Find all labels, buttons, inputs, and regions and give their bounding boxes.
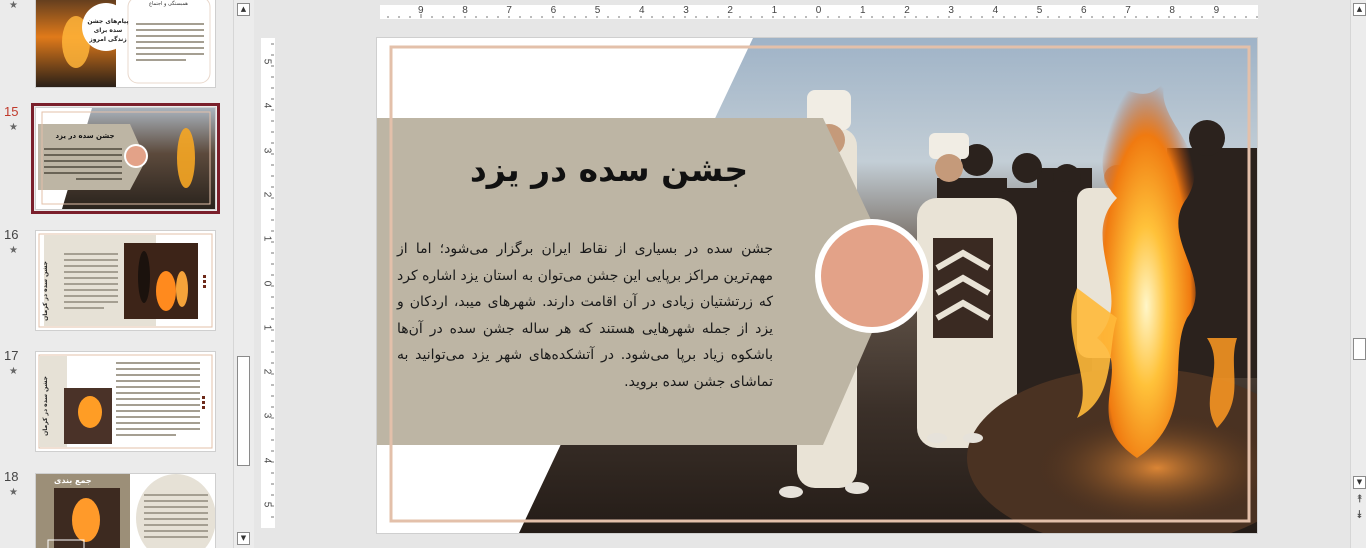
animation-star-icon: ★ <box>9 366 18 377</box>
animation-star-icon: ★ <box>9 122 18 133</box>
ruler-label: 2 <box>261 368 273 375</box>
ruler-label: 2 <box>727 5 733 16</box>
slide-thumbnail-16-art <box>38 233 213 328</box>
ruler-label: 4 <box>992 5 999 16</box>
slide-thumbnail-18[interactable]: جمع بندی <box>35 473 216 548</box>
slide-thumbnail-18-art <box>36 474 215 548</box>
ruler-label: 9 <box>1213 5 1220 16</box>
ruler-label: 0 <box>815 5 822 16</box>
scrollbar-thumb[interactable] <box>1353 338 1366 360</box>
slide-editor: 9 8 7 6 5 4 3 2 1 0 1 2 3 4 5 6 7 8 9 5 4 3 2 1 0 1 2 3 4 5 جشن سده … <box>256 0 1350 548</box>
animation-star-icon: ★ <box>9 0 18 11</box>
ruler-label: 3 <box>261 147 273 153</box>
animation-star-icon: ★ <box>9 487 18 498</box>
ruler-label: 3 <box>683 5 689 16</box>
ruler-label: 1 <box>860 5 866 16</box>
ruler-label: 2 <box>261 191 273 198</box>
ruler-label: 3 <box>948 5 954 16</box>
ruler-label: 4 <box>261 103 273 109</box>
thumbnail-number: 15 <box>4 104 19 119</box>
slide-thumbnail-15-art <box>38 108 215 209</box>
ruler-label: 6 <box>550 5 557 16</box>
thumbnail-number: 18 <box>4 469 19 484</box>
ruler-label: 4 <box>639 5 645 16</box>
slide-thumbnail-pane: ★ همبستگی و اجتماع پیام‌های جشن سده برای… <box>0 0 233 548</box>
slide-thumbnail-14[interactable]: همبستگی و اجتماع پیام‌های جشن سده برای ز… <box>35 0 216 88</box>
ruler-label: 7 <box>1125 5 1131 16</box>
ruler-label: 8 <box>1169 5 1175 16</box>
slide-title[interactable]: جشن سده در یزد <box>417 150 801 189</box>
ruler-label: 7 <box>506 5 512 16</box>
scroll-up-button[interactable]: ▲ <box>1353 3 1366 16</box>
slide-canvas[interactable]: جشن سده در یزد جشن سده در بسیاری از نقاط… <box>377 38 1257 533</box>
thumbnail-title: جشن سده در کرمان <box>42 376 49 436</box>
ruler-label: 8 <box>462 5 468 16</box>
ruler-label: 1 <box>771 5 778 16</box>
scrollbar-thumb[interactable] <box>237 356 250 466</box>
thumbnail-title: پیام‌های جشن سده برای زندگی امروز <box>87 18 129 43</box>
vertical-ruler: 5 4 3 2 1 0 1 2 3 4 5 <box>261 38 275 528</box>
ruler-label: 1 <box>261 235 273 242</box>
ruler-label: 6 <box>1081 5 1087 16</box>
previous-slide-button[interactable]: ⯭ <box>1353 492 1366 506</box>
next-slide-button[interactable]: ⯯ <box>1353 508 1366 522</box>
ruler-label: 9 <box>418 5 424 16</box>
ruler-label: 2 <box>904 5 910 16</box>
ruler-label: 3 <box>261 413 273 419</box>
ruler-label: 0 <box>261 280 273 286</box>
editor-scrollbar[interactable]: ▲ ▼ ⯭ ⯯ <box>1350 0 1366 548</box>
thumbnail-title: جمع بندی <box>54 476 92 485</box>
ruler-label: 1 <box>261 324 273 331</box>
ruler-label: 5 <box>1036 5 1043 16</box>
slide-thumbnail-17-art <box>38 354 213 449</box>
thumbnail-title: جشن سده در یزد <box>55 132 115 140</box>
ruler-label: 5 <box>261 501 273 508</box>
slide-thumbnail-15[interactable]: جشن سده در یزد <box>31 103 220 214</box>
thumbnail-number: 16 <box>4 227 19 242</box>
ruler-label: 5 <box>261 58 273 65</box>
thumbnail-scrollbar[interactable]: ▲ ▼ <box>233 0 254 548</box>
ruler-label: 5 <box>594 5 601 16</box>
thumbnail-number: 17 <box>4 348 19 363</box>
scroll-up-button[interactable]: ▲ <box>237 3 250 16</box>
thumbnail-title: جشن سده در کرمان <box>42 261 49 321</box>
scroll-down-button[interactable]: ▼ <box>237 532 250 545</box>
slide-body-text[interactable]: جشن سده در بسیاری از نقاط ایران برگزار م… <box>397 236 773 395</box>
scroll-down-button[interactable]: ▼ <box>1353 476 1366 489</box>
thumbnail-subtitle: همبستگی و اجتماع <box>149 1 188 7</box>
animation-star-icon: ★ <box>9 245 18 256</box>
ruler-label: 4 <box>261 457 273 463</box>
horizontal-ruler: 9 8 7 6 5 4 3 2 1 0 1 2 3 4 5 6 7 8 9 <box>380 5 1258 19</box>
slide-thumbnail-17[interactable]: جشن سده در کرمان <box>35 351 216 452</box>
accent-circle <box>821 225 923 327</box>
slide-thumbnail-16[interactable]: جشن سده در کرمان <box>35 230 216 331</box>
